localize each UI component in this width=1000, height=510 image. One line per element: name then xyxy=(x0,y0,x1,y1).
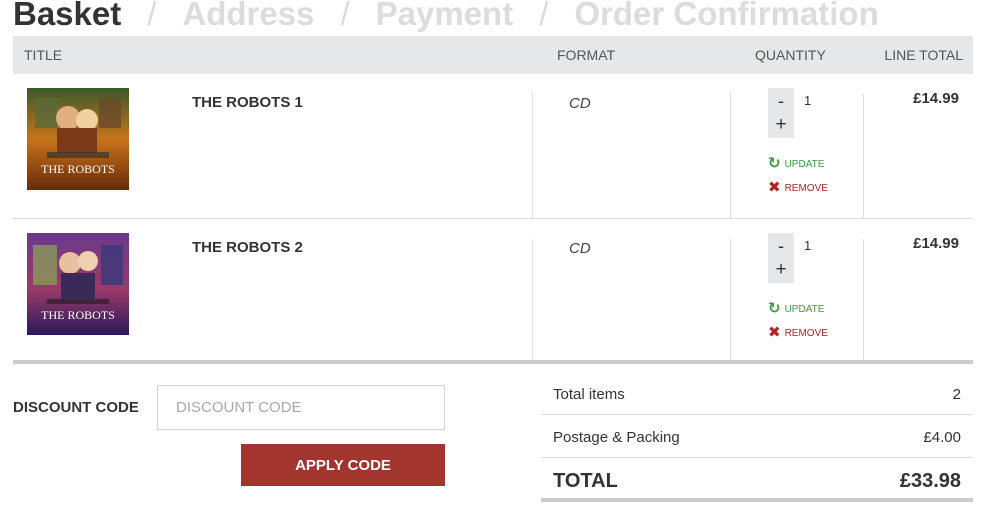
cover-title-text: THE ROBOTS xyxy=(41,308,115,322)
discount-code-input[interactable] xyxy=(157,385,445,430)
update-button[interactable]: ↻ UPDATE xyxy=(768,299,824,317)
total-items-label: Total items xyxy=(553,386,625,403)
grand-total-value: £33.98 xyxy=(899,470,961,492)
header-title: TITLE xyxy=(24,47,63,63)
total-items-row: Total items 2 xyxy=(541,372,973,415)
column-divider xyxy=(730,239,731,360)
close-icon: ✖ xyxy=(768,324,781,341)
total-items-value: 2 xyxy=(952,386,961,403)
basket-row: THE ROBOTS THE ROBOTS 2 CD - + 1 ↻ UPDATE… xyxy=(13,219,973,364)
step-payment: Payment xyxy=(375,0,514,32)
increase-quantity-button[interactable]: + xyxy=(768,114,794,136)
order-totals: Total items 2 Postage & Packing £4.00 TO… xyxy=(541,372,973,502)
quantity-stepper: - + xyxy=(768,88,794,138)
step-order-confirmation: Order Confirmation xyxy=(574,0,879,32)
remove-button[interactable]: ✖ REMOVE xyxy=(768,323,828,341)
product-format: CD xyxy=(569,240,591,257)
step-basket: Basket xyxy=(13,0,122,32)
step-address: Address xyxy=(182,0,315,32)
checkout-steps: Basket / Address / Payment / Order Confirmatio… xyxy=(13,0,879,34)
header-format: FORMAT xyxy=(557,47,616,63)
decrease-quantity-button[interactable]: - xyxy=(768,90,794,112)
close-icon: ✖ xyxy=(768,179,781,196)
decrease-quantity-button[interactable]: - xyxy=(768,235,794,257)
line-total: £14.99 xyxy=(913,235,959,252)
quantity-value[interactable]: 1 xyxy=(804,238,811,253)
update-label: UPDATE xyxy=(784,159,825,170)
quantity-value[interactable]: 1 xyxy=(804,93,811,108)
grand-total-row: TOTAL £33.98 xyxy=(541,458,973,502)
remove-button[interactable]: ✖ REMOVE xyxy=(768,178,828,196)
product-title[interactable]: THE ROBOTS 1 xyxy=(192,94,303,111)
product-cover-image[interactable]: THE ROBOTS xyxy=(27,233,129,335)
column-divider xyxy=(863,239,864,360)
refresh-icon: ↻ xyxy=(768,155,781,172)
postage-label: Postage & Packing xyxy=(553,429,680,446)
basket-row: THE ROBOTS THE ROBOTS 1 CD - + 1 ↻ UPDATE… xyxy=(13,74,973,219)
remove-label: REMOVE xyxy=(784,328,828,339)
column-divider xyxy=(863,94,864,218)
product-format: CD xyxy=(569,95,591,112)
step-separator: / xyxy=(539,0,549,32)
postage-row: Postage & Packing £4.00 xyxy=(541,415,973,458)
postage-value: £4.00 xyxy=(923,429,961,446)
step-separator: / xyxy=(147,0,157,32)
apply-code-button[interactable]: APPLY CODE xyxy=(241,444,445,486)
product-cover-image[interactable]: THE ROBOTS xyxy=(27,88,129,190)
column-divider xyxy=(730,94,731,218)
remove-label: REMOVE xyxy=(784,183,828,194)
quantity-stepper: - + xyxy=(768,233,794,283)
update-button[interactable]: ↻ UPDATE xyxy=(768,154,824,172)
column-divider xyxy=(532,239,533,360)
header-quantity: QUANTITY xyxy=(755,47,826,63)
cover-title-text: THE ROBOTS xyxy=(41,162,115,176)
line-total: £14.99 xyxy=(913,90,959,107)
update-label: UPDATE xyxy=(784,304,825,315)
column-divider xyxy=(532,94,533,218)
basket-table-header: TITLE FORMAT QUANTITY LINE TOTAL xyxy=(13,36,973,74)
grand-total-label: TOTAL xyxy=(553,470,618,492)
product-title[interactable]: THE ROBOTS 2 xyxy=(192,239,303,256)
discount-code-label: DISCOUNT CODE xyxy=(13,399,139,416)
increase-quantity-button[interactable]: + xyxy=(768,259,794,281)
refresh-icon: ↻ xyxy=(768,300,781,317)
header-line-total: LINE TOTAL xyxy=(884,47,963,63)
step-separator: / xyxy=(340,0,350,32)
